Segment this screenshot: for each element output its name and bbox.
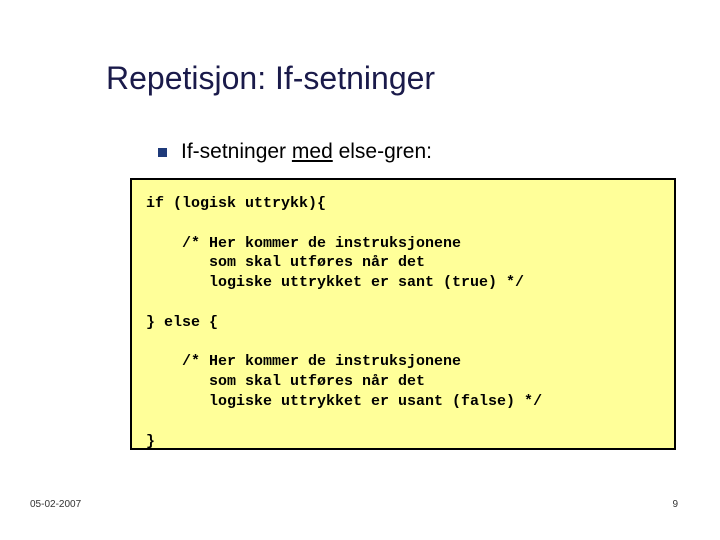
footer-page-number: 9: [672, 499, 678, 510]
footer-date: 05-02-2007: [30, 499, 81, 510]
code-block: if (logisk uttrykk){ /* Her kommer de in…: [130, 178, 676, 450]
bullet-text-under: med: [292, 140, 333, 163]
bullet-text-post: else-gren:: [333, 140, 432, 163]
slide: Repetisjon: If-setninger If-setninger me…: [0, 0, 720, 540]
bullet-item: If-setninger med else-gren:: [158, 140, 432, 164]
bullet-text-pre: If-setninger: [181, 140, 292, 163]
square-bullet-icon: [158, 148, 167, 157]
bullet-text: If-setninger med else-gren:: [181, 140, 432, 164]
page-title: Repetisjon: If-setninger: [106, 60, 435, 97]
